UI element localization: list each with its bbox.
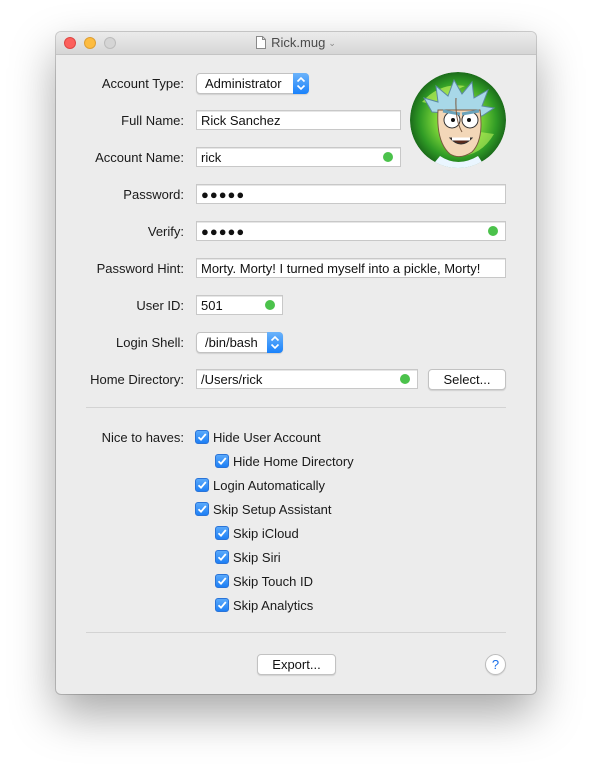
login-shell-label: Login Shell: bbox=[116, 335, 184, 350]
option-skip-analytics-label[interactable]: Skip Analytics bbox=[233, 598, 313, 613]
option-skip-icloud-label[interactable]: Skip iCloud bbox=[233, 526, 299, 541]
window-title-text: Rick.mug bbox=[271, 35, 326, 50]
checkmark-icon bbox=[197, 481, 207, 490]
window-title[interactable]: Rick.mug ⌄ bbox=[56, 35, 536, 52]
verify-label: Verify: bbox=[147, 224, 184, 239]
checkmark-icon bbox=[217, 601, 227, 610]
user-avatar-image[interactable] bbox=[410, 72, 506, 168]
checkbox-login-automatically[interactable] bbox=[195, 478, 209, 492]
user-id-valid-indicator bbox=[265, 300, 275, 310]
verify-value: ●●●●● bbox=[201, 224, 246, 239]
account-name-valid-indicator bbox=[383, 152, 393, 162]
home-directory-label: Home Directory: bbox=[90, 372, 184, 387]
full-name-label: Full Name: bbox=[121, 113, 184, 128]
checkbox-skip-touch-id[interactable] bbox=[215, 574, 229, 588]
divider bbox=[86, 632, 506, 633]
checkmark-icon bbox=[217, 553, 227, 562]
checkmark-icon bbox=[217, 577, 227, 586]
document-icon bbox=[256, 36, 267, 52]
account-name-label: Account Name: bbox=[95, 150, 184, 165]
checkbox-hide-home-directory[interactable] bbox=[215, 454, 229, 468]
popup-stepper-icon bbox=[293, 73, 309, 94]
password-hint-label: Password Hint: bbox=[96, 261, 184, 276]
user-id-value: 501 bbox=[201, 298, 223, 313]
home-directory-value: /Users/rick bbox=[201, 372, 263, 387]
user-id-label: User ID: bbox=[136, 298, 184, 313]
home-directory-field[interactable]: /Users/rick bbox=[196, 369, 418, 389]
checkbox-skip-siri[interactable] bbox=[215, 550, 229, 564]
option-skip-siri-label[interactable]: Skip Siri bbox=[233, 550, 281, 565]
account-type-value: Administrator bbox=[205, 76, 282, 91]
home-directory-valid-indicator bbox=[400, 374, 410, 384]
password-label: Password: bbox=[123, 187, 184, 202]
option-login-automatically-label[interactable]: Login Automatically bbox=[213, 478, 325, 493]
account-name-field[interactable]: rick bbox=[196, 147, 401, 167]
checkbox-hide-user-account[interactable] bbox=[195, 430, 209, 444]
verify-valid-indicator bbox=[488, 226, 498, 236]
full-name-field[interactable]: Rick Sanchez bbox=[196, 110, 401, 130]
checkmark-icon bbox=[197, 505, 207, 514]
checkbox-skip-analytics[interactable] bbox=[215, 598, 229, 612]
option-hide-home-directory-label[interactable]: Hide Home Directory bbox=[233, 454, 354, 469]
checkbox-skip-icloud[interactable] bbox=[215, 526, 229, 540]
password-field[interactable]: ●●●●● bbox=[196, 184, 506, 204]
app-window: Rick.mug ⌄ Account Type: Administrator F… bbox=[56, 32, 536, 694]
account-type-label: Account Type: bbox=[101, 76, 184, 91]
account-name-value: rick bbox=[201, 150, 222, 165]
checkmark-icon bbox=[217, 457, 227, 466]
login-shell-select[interactable]: /bin/bash bbox=[196, 332, 283, 353]
nice-to-haves-label: Nice to haves: bbox=[101, 430, 184, 445]
checkmark-icon bbox=[217, 529, 227, 538]
option-skip-touch-id-label[interactable]: Skip Touch ID bbox=[233, 574, 313, 589]
checkmark-icon bbox=[197, 433, 207, 442]
popup-stepper-icon bbox=[267, 332, 283, 353]
verify-password-field[interactable]: ●●●●● bbox=[196, 221, 506, 241]
login-shell-value: /bin/bash bbox=[205, 335, 258, 350]
help-icon[interactable]: ? bbox=[485, 654, 506, 675]
export-button[interactable]: Export... bbox=[257, 654, 336, 675]
divider bbox=[86, 407, 506, 408]
select-home-directory-button[interactable]: Select... bbox=[428, 369, 506, 390]
account-type-select[interactable]: Administrator bbox=[196, 73, 309, 94]
title-bar: Rick.mug ⌄ bbox=[56, 32, 536, 55]
password-hint-field[interactable]: Morty. Morty! I turned myself into a pic… bbox=[196, 258, 506, 278]
chevron-down-icon: ⌄ bbox=[328, 38, 336, 48]
option-skip-setup-assistant-label[interactable]: Skip Setup Assistant bbox=[213, 502, 332, 517]
option-hide-user-account-label[interactable]: Hide User Account bbox=[213, 430, 321, 445]
checkbox-skip-setup-assistant[interactable] bbox=[195, 502, 209, 516]
